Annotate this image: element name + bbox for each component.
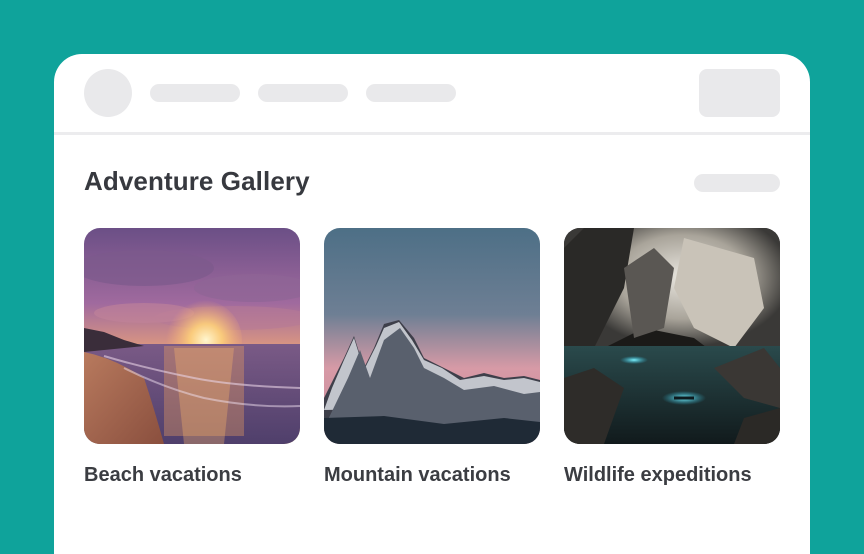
gallery-card-wildlife[interactable]: Wildlife expeditions <box>564 228 780 487</box>
nav-item-placeholder-1[interactable] <box>150 84 240 102</box>
mountain-peaks-image[interactable] <box>324 228 540 444</box>
top-navigation-bar <box>54 54 810 135</box>
page-title: Adventure Gallery <box>84 166 310 196</box>
app-window: Adventure Gallery Beach vacations Mounta… <box>54 54 810 554</box>
cave-kayak-image[interactable] <box>564 228 780 444</box>
nav-item-placeholder-3[interactable] <box>366 84 456 102</box>
card-label[interactable]: Beach vacations <box>84 464 300 487</box>
header-action-button-placeholder[interactable] <box>699 69 780 117</box>
view-all-link-placeholder[interactable] <box>694 174 780 192</box>
gallery-card-mountain[interactable]: Mountain vacations <box>324 228 540 487</box>
card-label[interactable]: Mountain vacations <box>324 464 540 487</box>
nav-item-placeholder-2[interactable] <box>258 84 348 102</box>
beach-sunset-image[interactable] <box>84 228 300 444</box>
avatar[interactable] <box>84 69 132 117</box>
card-label[interactable]: Wildlife expeditions <box>564 464 780 487</box>
gallery-card-beach[interactable]: Beach vacations <box>84 228 300 487</box>
